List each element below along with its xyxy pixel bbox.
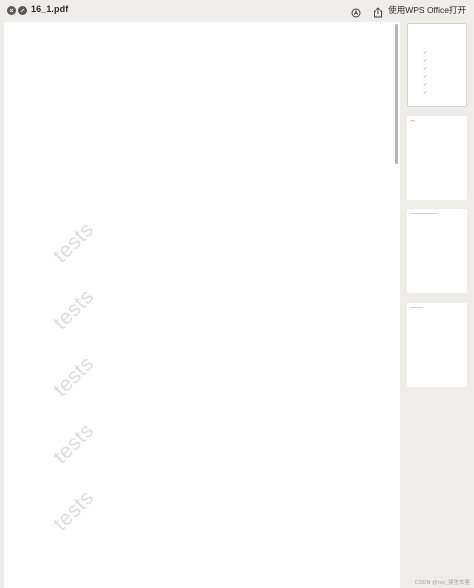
watermark-text: tests: [49, 485, 99, 536]
thumbnail-sidebar: [402, 22, 474, 588]
thumb-watermark: [423, 82, 427, 87]
thumb-watermark: [423, 74, 427, 79]
page-thumbnail-1[interactable]: [407, 23, 467, 107]
thumb-watermark: [423, 50, 427, 55]
watermark-text: tests: [49, 351, 99, 402]
thumb-logo-mark: [410, 120, 415, 123]
page-thumbnail-4[interactable]: [407, 303, 467, 387]
title-bar: 16_1.pdf 使用WPS Office打开: [0, 0, 474, 21]
vertical-scrollbar[interactable]: [394, 22, 400, 588]
watermark-text: tests: [49, 284, 99, 335]
document-page[interactable]: tests tests tests tests tests: [4, 22, 400, 588]
scrollbar-thumb[interactable]: [395, 24, 398, 164]
window-title: 16_1.pdf: [31, 4, 69, 14]
stop-icon[interactable]: [18, 6, 27, 15]
footer-credit: CSDN @rss_摸鱼玄鉴: [414, 580, 470, 586]
annotate-icon[interactable]: [351, 5, 361, 18]
thumb-watermark: [423, 58, 427, 63]
open-with-wps-button[interactable]: 使用WPS Office打开: [388, 4, 466, 16]
thumb-text-line: [410, 213, 438, 214]
watermark-text: tests: [49, 418, 99, 469]
thumb-text-line: [410, 307, 423, 308]
watermark-text: tests: [49, 217, 99, 268]
thumb-watermark: [423, 66, 427, 71]
thumb-watermark: [423, 90, 427, 95]
pdf-preview-window: 16_1.pdf 使用WPS Office打开 tests tests test…: [0, 0, 474, 588]
close-icon[interactable]: [7, 6, 16, 15]
page-thumbnail-3[interactable]: [407, 209, 467, 293]
page-thumbnail-2[interactable]: [407, 116, 467, 200]
share-icon[interactable]: [373, 5, 383, 18]
